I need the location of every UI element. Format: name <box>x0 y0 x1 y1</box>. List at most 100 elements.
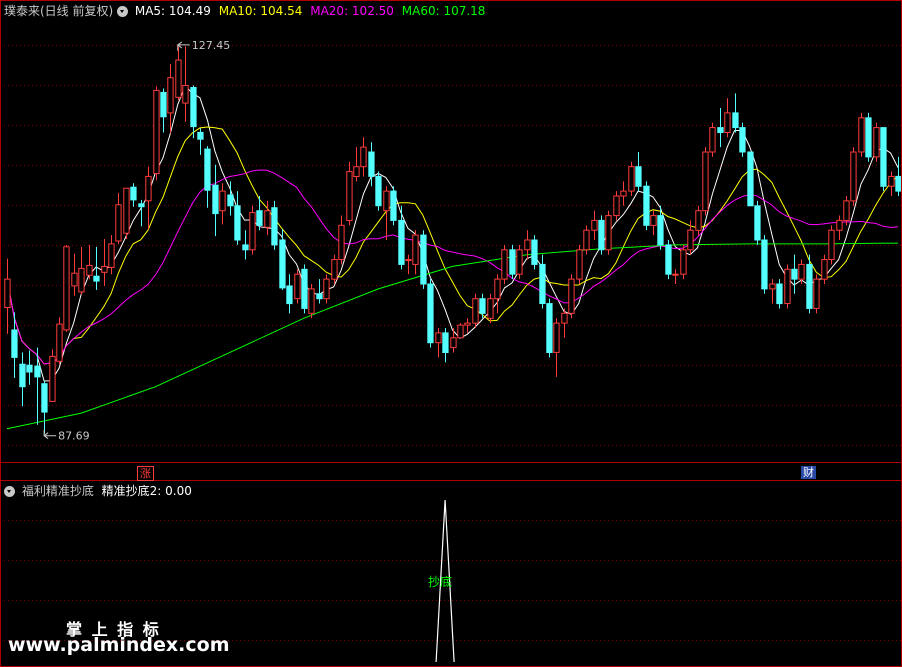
candle-body <box>858 117 865 153</box>
candle-body <box>501 249 508 280</box>
stock-title[interactable]: 璞泰来(日线 前复权) <box>4 4 113 18</box>
candle <box>86 244 93 280</box>
candle <box>190 85 197 139</box>
candle-body <box>457 324 464 339</box>
candle <box>19 352 26 407</box>
candle-body <box>791 268 798 280</box>
candle-body <box>41 383 48 413</box>
candle <box>294 269 301 304</box>
candle <box>145 166 152 230</box>
candle <box>516 244 523 280</box>
high-price-label: 127.45 <box>192 39 231 52</box>
candle-body <box>553 322 560 353</box>
candle <box>561 308 568 338</box>
candle-body <box>71 272 78 287</box>
candle <box>702 147 709 216</box>
sub-indicator-menu-icon[interactable] <box>4 486 15 497</box>
candle <box>539 254 546 309</box>
candle <box>153 86 160 181</box>
candle <box>353 147 360 182</box>
candle-body <box>747 151 754 207</box>
candle-body <box>56 323 63 362</box>
candle-body <box>93 275 100 282</box>
indicator-menu-icon[interactable] <box>117 6 129 17</box>
candle-body <box>568 278 575 314</box>
candle-body <box>197 131 204 140</box>
candle-body <box>34 365 41 378</box>
candle-body <box>724 112 731 134</box>
candle <box>791 254 798 294</box>
candle-body <box>620 190 627 197</box>
candle <box>182 46 189 122</box>
candle <box>553 318 560 377</box>
price-markers: 127.45 87.69 <box>43 39 231 443</box>
candle <box>234 191 241 245</box>
low-price-arrow <box>43 429 57 440</box>
candle-body <box>390 190 397 221</box>
sub-header: 福利精准抄底 精准抄底2: 0.00 <box>4 482 192 500</box>
candle <box>427 279 434 348</box>
candle <box>583 225 590 255</box>
candle-body <box>776 283 783 305</box>
candle-body <box>383 190 390 212</box>
candle-body <box>301 268 308 309</box>
candle <box>390 186 397 226</box>
candle-body <box>761 239 768 290</box>
indicator-name[interactable]: 福利精准抄底 <box>22 484 94 498</box>
candle-body <box>598 219 605 251</box>
candle <box>591 210 598 240</box>
candle <box>398 205 405 270</box>
candle <box>828 225 835 265</box>
candle <box>167 64 174 134</box>
candle-body <box>561 312 568 324</box>
candle <box>895 156 902 196</box>
candle <box>338 215 345 265</box>
candle-body <box>880 127 887 187</box>
candle <box>242 230 249 260</box>
candle <box>843 196 850 226</box>
candle <box>138 199 145 227</box>
candle-body <box>539 263 546 304</box>
candle-body <box>591 219 598 231</box>
candle <box>323 274 330 304</box>
candle <box>717 108 724 148</box>
candle <box>888 171 895 196</box>
ma5-line <box>6 85 899 382</box>
candle <box>308 284 315 319</box>
candle-body <box>360 146 367 168</box>
candle-body <box>63 246 70 331</box>
candle <box>509 244 516 280</box>
candle-body <box>346 171 353 222</box>
candle <box>620 181 627 206</box>
candle <box>26 350 33 385</box>
candle-body <box>784 268 791 304</box>
candle <box>279 229 286 290</box>
candle-body <box>680 249 687 275</box>
candle-body <box>398 219 405 265</box>
candle-body <box>531 239 538 265</box>
candle-body <box>26 364 33 373</box>
rise-event-tag[interactable]: 涨 <box>137 466 154 481</box>
candle <box>204 146 211 208</box>
candle <box>665 240 672 280</box>
candle-body <box>308 288 315 314</box>
candle <box>360 137 367 177</box>
candle-body <box>836 219 843 231</box>
candle <box>880 127 887 192</box>
candle <box>613 191 620 221</box>
candle <box>175 46 182 101</box>
finance-event-tag[interactable]: 财 <box>801 466 816 479</box>
candle <box>836 215 843 240</box>
candlesticks[interactable] <box>4 46 902 434</box>
candle <box>63 244 70 332</box>
candle <box>101 239 108 286</box>
candle <box>695 205 702 236</box>
candle <box>643 181 650 231</box>
candle-body <box>442 332 449 353</box>
candle <box>271 200 278 250</box>
candle <box>450 328 457 353</box>
chart-canvas[interactable]: 127.45 87.69 <box>0 0 902 667</box>
candle-body <box>4 278 11 309</box>
candle <box>412 230 419 275</box>
candle <box>160 88 167 133</box>
